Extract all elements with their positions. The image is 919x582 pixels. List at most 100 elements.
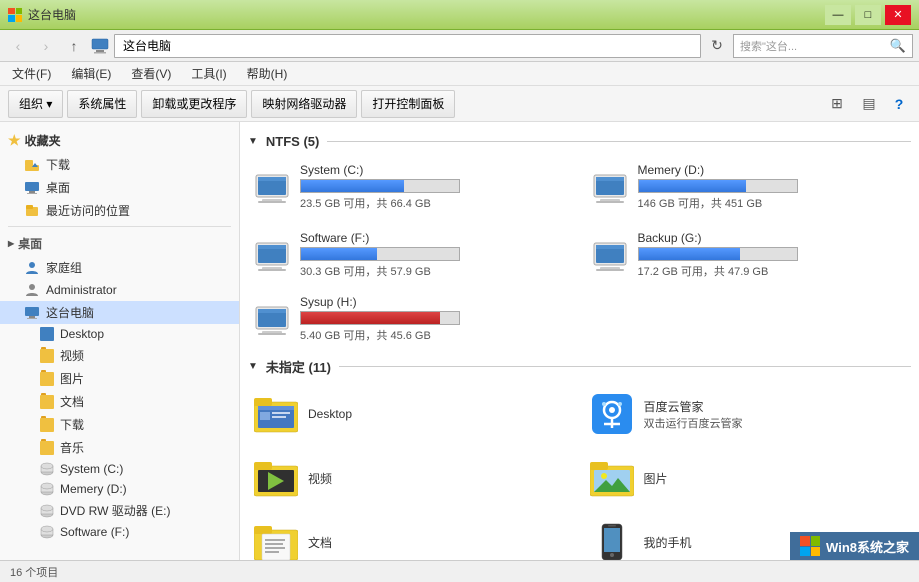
sidebar-item-docs[interactable]: 文档 xyxy=(0,390,239,413)
search-placeholder: 搜索"这台... xyxy=(740,38,797,54)
address-text: 这台电脑 xyxy=(123,37,171,54)
unspec-pictures[interactable]: 图片 xyxy=(584,450,912,506)
up-button[interactable]: ↑ xyxy=(62,34,86,58)
drive-g-bar xyxy=(638,247,798,261)
desktop-folder-icon xyxy=(252,390,300,438)
unspec-title: 未指定 (11) xyxy=(266,357,331,376)
menu-file[interactable]: 文件(F) xyxy=(8,63,55,84)
view-toggle-button[interactable]: ⊞ xyxy=(823,92,851,116)
address-field[interactable]: 这台电脑 xyxy=(114,34,701,58)
sidebar-item-administrator[interactable]: Administrator xyxy=(0,279,239,301)
sidebar-item-desktop-fav[interactable]: 桌面 xyxy=(0,176,239,199)
baidu-icon xyxy=(588,390,636,438)
menu-tools[interactable]: 工具(I) xyxy=(187,63,230,84)
refresh-button[interactable]: ↻ xyxy=(705,34,729,58)
sidebar-item-this-pc[interactable]: 这台电脑 xyxy=(0,301,239,324)
title-bar: 这台电脑 — □ ✕ xyxy=(0,0,919,30)
drive-g[interactable]: Backup (G:) 17.2 GB 可用，共 47.9 GB xyxy=(586,227,912,283)
unspec-triangle: ▼ xyxy=(248,361,258,372)
video-folder-info: 视频 xyxy=(308,470,572,487)
sidebar-item-f[interactable]: Software (F:) xyxy=(0,522,239,542)
unspec-section-header: ▼ 未指定 (11) xyxy=(248,357,911,376)
triangle-icon: ▶ xyxy=(8,239,14,248)
docs-folder-info: 文档 xyxy=(308,534,572,551)
item-count: 16 个项目 xyxy=(10,564,58,580)
drive-f-size: 30.3 GB 可用，共 57.9 GB xyxy=(300,263,570,279)
sidebar-item-pictures[interactable]: 图片 xyxy=(0,367,239,390)
ntfs-title: NTFS (5) xyxy=(266,134,319,149)
address-bar: ‹ › ↑ 这台电脑 ↻ 搜索"这台... 🔍 xyxy=(0,30,919,62)
drive-g-name: Backup (G:) xyxy=(638,231,908,245)
sidebar-item-music[interactable]: 音乐 xyxy=(0,436,239,459)
system-properties-button[interactable]: 系统属性 xyxy=(67,90,137,118)
video-folder-icon xyxy=(252,454,300,502)
drive-h-info: Sysup (H:) 5.40 GB 可用，共 45.6 GB xyxy=(300,295,576,343)
unspec-video[interactable]: 视频 xyxy=(248,450,576,506)
sidebar-item-recent[interactable]: 最近访问的位置 xyxy=(0,199,239,222)
sidebar-item-video[interactable]: 视频 xyxy=(0,344,239,367)
sidebar-item-download[interactable]: 下载 xyxy=(0,153,239,176)
sidebar-item-e[interactable]: DVD RW 驱动器 (E:) xyxy=(0,499,239,522)
drive-g-fill xyxy=(639,248,740,260)
sidebar-item-homegroup[interactable]: 家庭组 xyxy=(0,256,239,279)
baidu-desc: 双击运行百度云管家 xyxy=(644,415,908,431)
drive-c-fill xyxy=(301,180,404,192)
menu-help[interactable]: 帮助(H) xyxy=(243,63,292,84)
desktop-section: ▶ 桌面 家庭组 Administrator xyxy=(0,231,239,542)
unspec-baidu[interactable]: 百度云管家 双击运行百度云管家 xyxy=(584,386,912,442)
unspec-desktop[interactable]: Desktop xyxy=(248,386,576,442)
window-controls: — □ ✕ xyxy=(825,5,911,25)
sidebar-item-desktop[interactable]: Desktop xyxy=(0,324,239,344)
search-icon: 🔍 xyxy=(890,38,906,54)
map-drive-button[interactable]: 映射网络驱动器 xyxy=(251,90,357,118)
maximize-button[interactable]: □ xyxy=(855,5,881,25)
drive-d-icon xyxy=(590,167,630,207)
drive-c-size: 23.5 GB 可用，共 66.4 GB xyxy=(300,195,570,211)
search-box[interactable]: 搜索"这台... 🔍 xyxy=(733,34,913,58)
menu-bar: 文件(F) 编辑(E) 查看(V) 工具(I) 帮助(H) xyxy=(0,62,919,86)
minimize-button[interactable]: — xyxy=(825,5,851,25)
pictures-folder-icon xyxy=(588,454,636,502)
drive-g-info: Backup (G:) 17.2 GB 可用，共 47.9 GB xyxy=(638,231,908,279)
sidebar-item-downloads[interactable]: 下载 xyxy=(0,413,239,436)
toolbar: 组织 ▾ 系统属性 卸载或更改程序 映射网络驱动器 打开控制面板 ⊞ ▤ ? xyxy=(0,86,919,122)
back-button[interactable]: ‹ xyxy=(6,34,30,58)
win8-logo xyxy=(800,536,820,556)
drive-d[interactable]: Memery (D:) 146 GB 可用，共 451 GB xyxy=(586,159,912,215)
drive-c-bar xyxy=(300,179,460,193)
close-button[interactable]: ✕ xyxy=(885,5,911,25)
drive-h[interactable]: Sysup (H:) 5.40 GB 可用，共 45.6 GB xyxy=(248,291,580,347)
forward-button[interactable]: › xyxy=(34,34,58,58)
desktop-folder-name: Desktop xyxy=(308,407,572,421)
main-layout: ★ 收藏夹 下载 桌面 xyxy=(0,122,919,560)
sidebar-item-c[interactable]: System (C:) xyxy=(0,459,239,479)
video-folder-name: 视频 xyxy=(308,470,572,487)
drive-h-fill xyxy=(301,312,440,324)
docs-folder-icon xyxy=(252,518,300,560)
drive-h-size: 5.40 GB 可用，共 45.6 GB xyxy=(300,327,576,343)
favorites-header[interactable]: ★ 收藏夹 xyxy=(0,128,239,153)
pc-icon xyxy=(90,36,110,56)
drive-f-info: Software (F:) 30.3 GB 可用，共 57.9 GB xyxy=(300,231,570,279)
unspec-docs[interactable]: 文档 xyxy=(248,514,576,560)
drive-f[interactable]: Software (F:) 30.3 GB 可用，共 57.9 GB xyxy=(248,227,574,283)
drive-d-name: Memery (D:) xyxy=(638,163,908,177)
drive-d-size: 146 GB 可用，共 451 GB xyxy=(638,195,908,211)
preview-button[interactable]: ▤ xyxy=(855,92,883,116)
drive-h-bar xyxy=(300,311,460,325)
drive-f-icon xyxy=(252,235,292,275)
toolbar-right: ⊞ ▤ ? xyxy=(823,92,911,116)
uninstall-button[interactable]: 卸载或更改程序 xyxy=(141,90,247,118)
drive-d-info: Memery (D:) 146 GB 可用，共 451 GB xyxy=(638,163,908,211)
control-panel-button[interactable]: 打开控制面板 xyxy=(361,90,455,118)
menu-edit[interactable]: 编辑(E) xyxy=(67,63,115,84)
menu-view[interactable]: 查看(V) xyxy=(127,63,175,84)
desktop-section-title[interactable]: ▶ 桌面 xyxy=(0,231,239,256)
drive-g-icon xyxy=(590,235,630,275)
sidebar-item-d[interactable]: Memery (D:) xyxy=(0,479,239,499)
drive-c[interactable]: System (C:) 23.5 GB 可用，共 66.4 GB xyxy=(248,159,574,215)
window-icon xyxy=(8,8,22,22)
organize-button[interactable]: 组织 ▾ xyxy=(8,90,63,118)
drive-c-icon xyxy=(252,167,292,207)
help-icon-button[interactable]: ? xyxy=(887,92,911,116)
